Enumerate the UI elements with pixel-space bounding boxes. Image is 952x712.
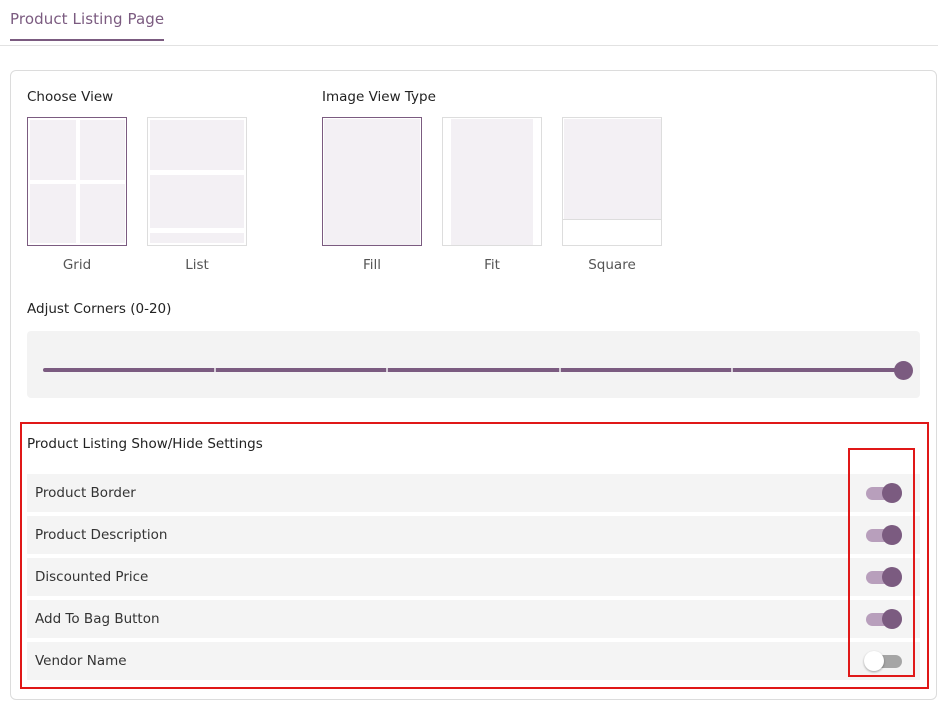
view-option-grid[interactable] (27, 117, 127, 246)
grid-preview-cell (30, 120, 76, 180)
image-option-fit-label: Fit (484, 257, 500, 273)
tab-bar: Product Listing Page (0, 0, 938, 46)
image-option-fill[interactable] (322, 117, 422, 246)
highlight-annotation-toggles (848, 448, 915, 677)
grid-preview-cell (80, 120, 125, 180)
list-preview-row (150, 175, 244, 228)
view-option-list[interactable] (147, 117, 247, 246)
corners-slider-container (27, 331, 920, 398)
fit-preview-area (451, 119, 533, 245)
square-preview-divider (563, 219, 661, 220)
slider-tick (386, 368, 388, 372)
image-option-square-label: Square (588, 257, 636, 273)
image-option-fit[interactable] (442, 117, 542, 246)
tab-product-listing-page[interactable]: Product Listing Page (10, 10, 165, 41)
fill-preview-area (324, 119, 420, 245)
list-preview-row (150, 233, 244, 243)
image-view-type-label: Image View Type (322, 89, 436, 105)
image-option-fill-label: Fill (362, 257, 382, 273)
slider-tick (214, 368, 216, 372)
corners-slider-track[interactable] (43, 368, 905, 372)
list-preview-row (150, 120, 244, 170)
highlight-annotation-settings (20, 422, 929, 689)
image-option-square[interactable] (562, 117, 662, 246)
grid-preview-cell (30, 184, 76, 243)
grid-preview-cell (80, 184, 125, 243)
adjust-corners-label: Adjust Corners (0-20) (27, 301, 172, 317)
slider-tick (559, 368, 561, 372)
choose-view-label: Choose View (27, 89, 114, 105)
view-option-list-label: List (185, 257, 209, 273)
view-option-grid-label: Grid (62, 257, 92, 273)
corners-slider-handle[interactable] (894, 361, 913, 380)
square-preview-area (564, 119, 661, 219)
slider-tick (731, 368, 733, 372)
